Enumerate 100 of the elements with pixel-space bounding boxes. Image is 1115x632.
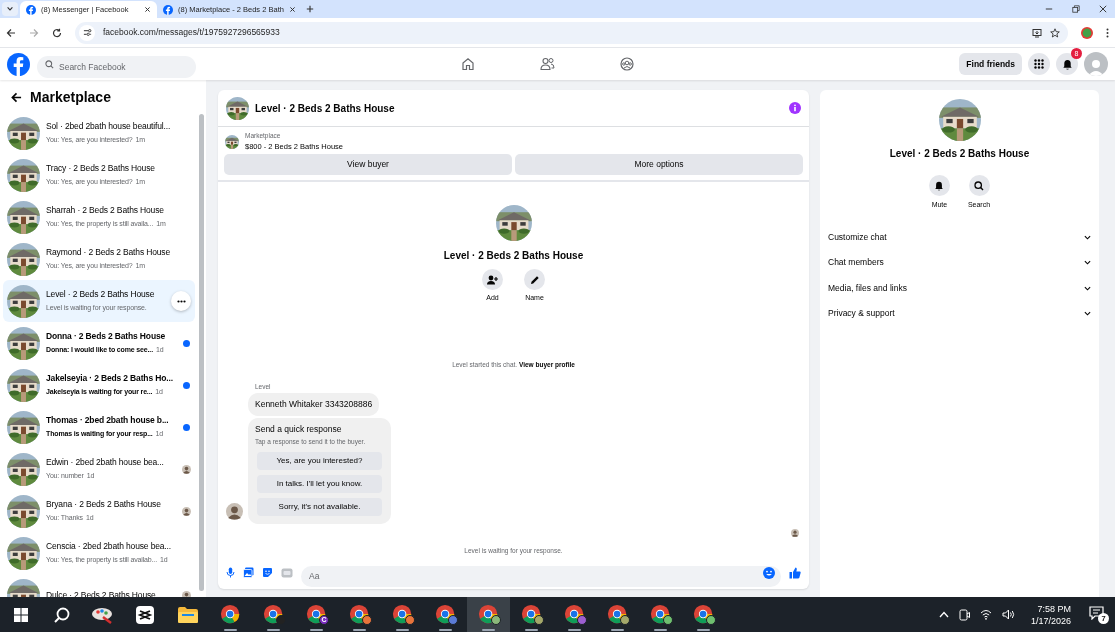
section-row[interactable]: Privacy & support [828, 301, 1091, 327]
section-label: Chat members [828, 256, 884, 270]
photo-icon[interactable] [243, 567, 254, 578]
friends-icon[interactable] [540, 57, 555, 71]
logo-icon[interactable] [26, 4, 36, 15]
clock-time: 7:58 PM [1037, 602, 1071, 615]
more-dots-icon [176, 299, 186, 303]
conversation-name: Bryana · 2 Beds 2 Baths House [46, 498, 162, 512]
restore-icon[interactable] [1072, 5, 1080, 13]
search-icon[interactable] [54, 606, 70, 623]
speaker-icon[interactable] [1001, 609, 1015, 620]
profile-title: Level · 2 Beds 2 Baths House [443, 249, 584, 263]
sender-avatar-icon [226, 503, 243, 521]
grid-icon [1033, 58, 1045, 70]
browser-profile-icon [477, 603, 500, 626]
back-icon[interactable] [6, 27, 16, 38]
start-icon[interactable] [14, 607, 28, 622]
paint-palette-icon [90, 605, 113, 624]
info-icon[interactable] [789, 102, 801, 114]
person-silhouette-icon [1087, 58, 1105, 76]
quick-response-title: Send a quick response [255, 422, 343, 436]
section-row[interactable]: Media, files and links [828, 275, 1091, 301]
add-person-icon [487, 274, 498, 285]
microphone-icon[interactable] [226, 567, 235, 578]
pencil-icon [529, 274, 540, 285]
close-icon[interactable] [288, 6, 296, 13]
browser-profile-icon [305, 603, 328, 626]
tab-list-button[interactable] [2, 2, 18, 16]
camera-icon[interactable] [958, 608, 970, 621]
section-row[interactable]: Customize chat [828, 224, 1091, 250]
sidebar-title: Marketplace [30, 87, 111, 107]
conversation-name: Sol · 2bed 2bath house beautiful... [46, 120, 172, 134]
site-info-button[interactable] [79, 24, 95, 41]
chevron-up-icon[interactable] [938, 611, 949, 618]
notifications-button[interactable] [1056, 53, 1078, 75]
new-tab-icon[interactable] [305, 5, 314, 13]
conversation-name: Censcia · 2bed 2bath house bea... [46, 540, 172, 554]
emoji-icon[interactable] [763, 566, 775, 579]
address-bar[interactable]: facebook.com/messages/t/1975927296565933 [75, 21, 1068, 44]
bell-icon [1061, 58, 1073, 70]
capcut-icon [135, 605, 154, 624]
search-field[interactable]: Search Facebook [37, 56, 196, 78]
sticker-icon[interactable] [262, 567, 273, 578]
home-icon[interactable] [461, 57, 475, 71]
section-label: Privacy & support [828, 307, 895, 321]
conversation-name: Thomas · 2bed 2bath house b... [46, 414, 170, 428]
search-icon [45, 60, 54, 69]
folder-icon [177, 606, 198, 623]
section-row[interactable]: Chat members [828, 250, 1091, 276]
search-icon [974, 180, 984, 191]
chevron-down-icon [1084, 311, 1091, 317]
chevron-down-icon [1084, 260, 1091, 266]
bell-icon [934, 180, 945, 191]
chevron-down-icon [1084, 285, 1091, 291]
browser-profile-icon [434, 603, 457, 626]
close-icon[interactable] [1099, 5, 1107, 13]
conversation-name: Tracy · 2 Beds 2 Baths House [46, 162, 156, 176]
chevron-down-icon [6, 5, 14, 13]
conversation-name: Sharrah · 2 Beds 2 Baths House [46, 204, 165, 218]
browser-profile-icon [348, 603, 371, 626]
url-text: facebook.com/messages/t/1975927296565933 [103, 26, 281, 39]
conversation-name: Jakelseyia · 2 Beds 2 Baths Ho... [46, 372, 174, 386]
details-title: Level · 2 Beds 2 Baths House [889, 147, 1030, 161]
profile-icon[interactable] [1081, 26, 1093, 39]
back-arrow-icon[interactable] [11, 91, 22, 103]
star-icon[interactable] [1050, 27, 1060, 38]
browser-profile-icon [520, 603, 543, 626]
clock[interactable]: 7:58 PM 1/17/2026 [1030, 602, 1071, 627]
quick-response-option[interactable]: In talks. I'll let you know. [257, 475, 382, 494]
chat-title: Level · 2 Beds 2 Baths House [255, 101, 396, 116]
clock-date: 1/17/2026 [1030, 614, 1071, 627]
groups-icon[interactable] [620, 57, 634, 71]
seen-avatar-icon [791, 529, 799, 538]
section-label: Customize chat [828, 230, 887, 244]
scrollbar[interactable] [199, 114, 204, 591]
logo-icon[interactable] [163, 4, 173, 15]
more-options-button[interactable]: More options [515, 154, 803, 175]
more-options-button[interactable] [171, 291, 191, 311]
find-friends-button[interactable]: Find friends [959, 53, 1022, 75]
wifi-icon[interactable] [979, 609, 992, 620]
install-icon[interactable] [1032, 27, 1042, 38]
message-bubble: Kenneth Whitaker 3343208886 [248, 393, 380, 416]
conversation-name: Edwin · 2bed 2bath house bea... [46, 456, 165, 470]
thumbs-up-icon[interactable] [789, 566, 801, 579]
quick-response-option[interactable]: Yes, are you interested? [257, 452, 382, 471]
conversation-name: Donna · 2 Beds 2 Baths House [46, 330, 167, 344]
section-label: Media, files and links [828, 281, 907, 295]
view-buyer-button[interactable]: View buyer [224, 154, 512, 175]
logo-icon[interactable] [7, 52, 30, 76]
quick-response-option[interactable]: Sorry, it's not available. [257, 498, 382, 517]
reload-icon[interactable] [52, 27, 62, 38]
minimize-icon[interactable] [1045, 5, 1053, 13]
browser-profile-icon [391, 603, 414, 626]
browser-profile-icon [649, 603, 672, 626]
menu-dots-icon[interactable] [1106, 27, 1109, 38]
message-input[interactable]: Aa [301, 565, 781, 587]
apps-menu-button[interactable] [1028, 53, 1050, 75]
conversation-name: Dulce · 2 Beds 2 Baths House [46, 588, 157, 597]
close-icon[interactable] [144, 6, 151, 13]
browser-profile-icon [606, 603, 629, 626]
